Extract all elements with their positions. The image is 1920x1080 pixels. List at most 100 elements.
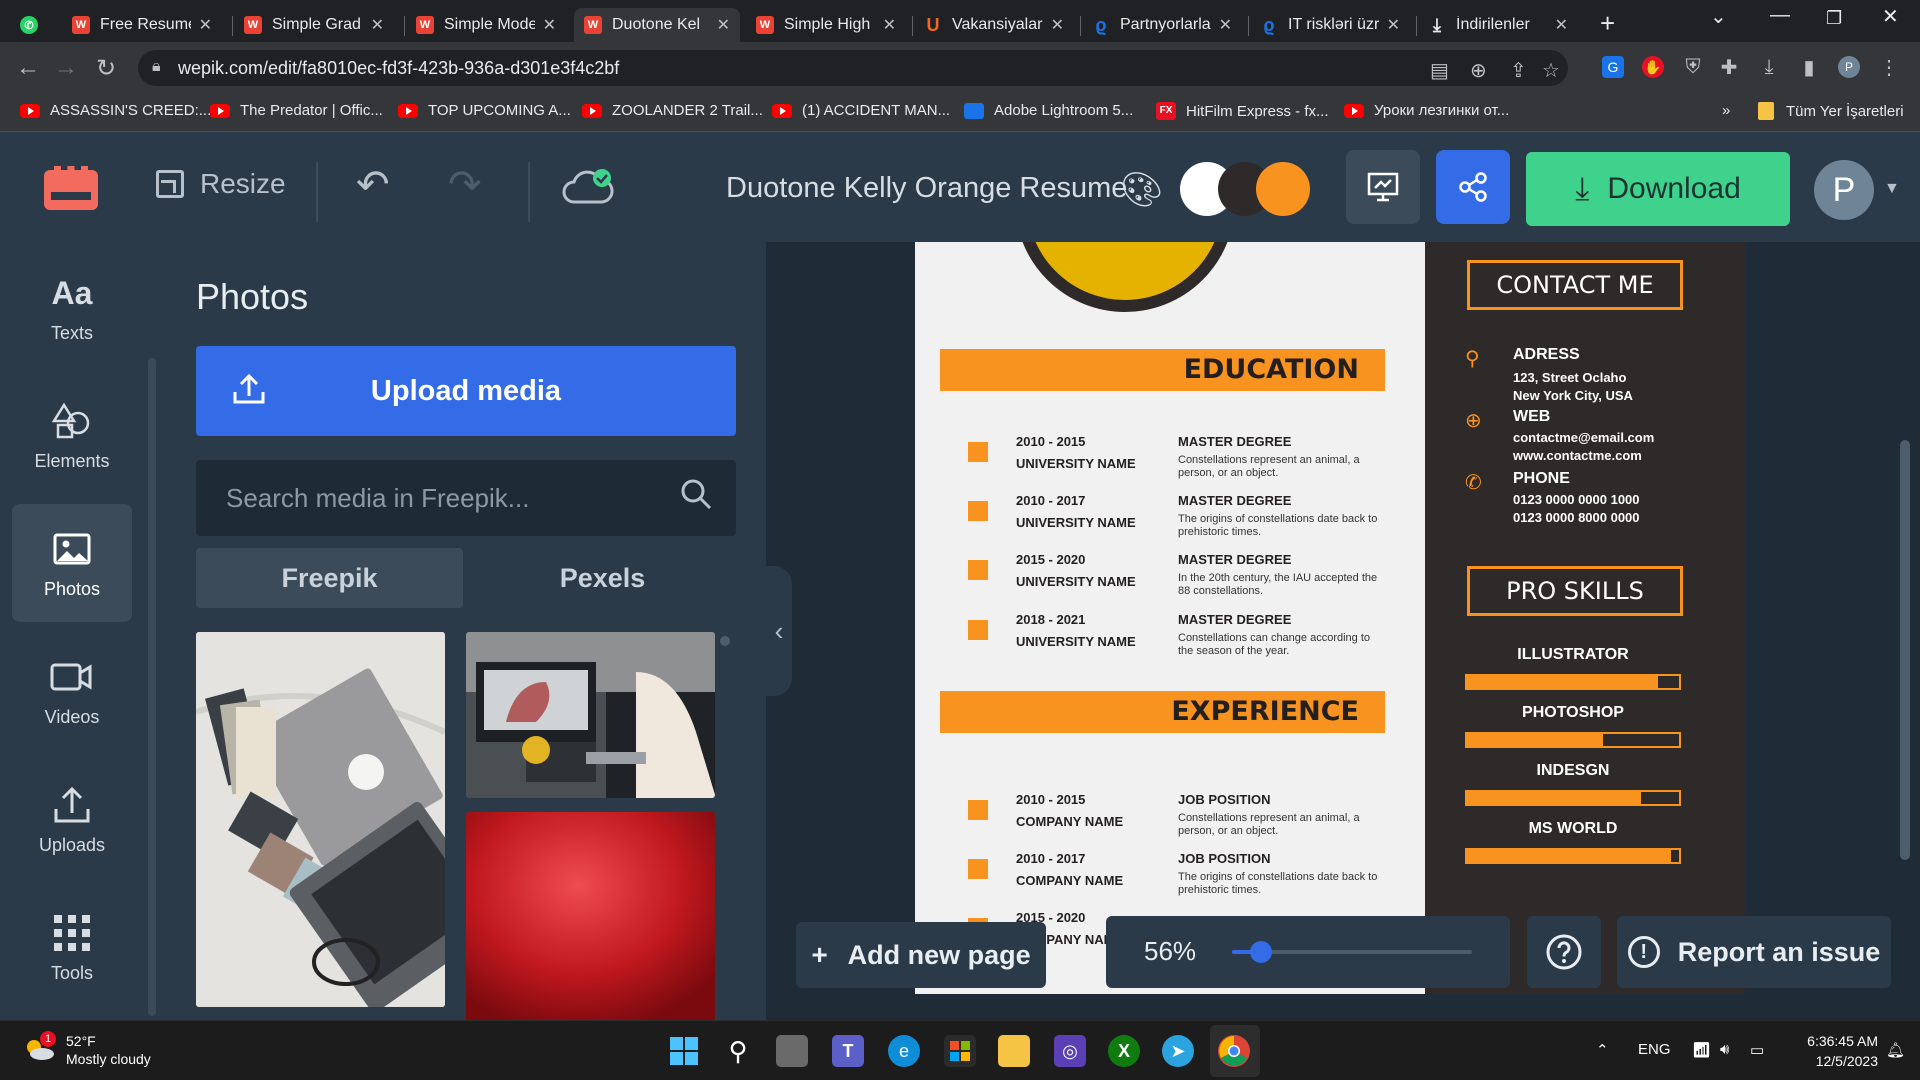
close-icon[interactable]: ✕ — [371, 15, 384, 35]
upload-media-button[interactable]: Upload media — [196, 346, 736, 436]
bookmark-item[interactable]: ASSASSIN'S CREED:... — [20, 102, 211, 119]
lock-icon[interactable]: 🔒︎ — [152, 58, 161, 76]
zoom-slider-handle[interactable] — [1249, 941, 1272, 963]
bookmark-item[interactable]: FX HitFilm Express - fx... — [1156, 102, 1329, 120]
restore-button[interactable]: ❐ — [1826, 8, 1842, 29]
report-issue-button[interactable]: ! Report an issue — [1617, 916, 1891, 988]
add-page-button[interactable]: + Add new page — [796, 922, 1046, 988]
wifi-icon[interactable]: 📶︎ — [1692, 1041, 1711, 1059]
share-button[interactable] — [1436, 150, 1510, 224]
bookmarks-overflow[interactable]: » — [1722, 102, 1730, 119]
contact-address[interactable]: ⚲ ADRESS 123, Street Oclaho New York Cit… — [1465, 346, 1725, 403]
education-entry[interactable]: 2018 - 2021 UNIVERSITY NAME MASTER DEGRE… — [940, 612, 1390, 672]
tab-freepik[interactable]: Freepik — [196, 548, 463, 608]
close-icon[interactable]: ✕ — [717, 15, 730, 35]
skills-heading[interactable]: PRO SKILLS — [1467, 566, 1683, 616]
collapse-panel-button[interactable]: ‹ — [766, 566, 792, 696]
contact-phone[interactable]: ✆ PHONE 0123 0000 0000 1000 0123 0000 80… — [1465, 470, 1725, 526]
chrome-icon[interactable] — [1218, 1035, 1250, 1067]
resize-button[interactable]: Resize — [156, 168, 286, 200]
tab-simple-high[interactable]: W Simple High ✕ — [746, 8, 906, 42]
language-indicator[interactable]: ENG — [1638, 1041, 1671, 1058]
contact-heading[interactable]: CONTACT ME — [1467, 260, 1683, 310]
tab-indirilenler[interactable]: ⤓ İndirilenler ✕ — [1418, 8, 1578, 42]
tab-partnyorlarla[interactable]: ϱ Partnyorlarla ✕ — [1082, 8, 1242, 42]
close-icon[interactable]: ✕ — [883, 15, 896, 35]
redo-icon[interactable]: ↷ — [448, 162, 482, 208]
photo-thumbnail[interactable] — [196, 632, 445, 1007]
close-icon[interactable]: ✕ — [1555, 15, 1568, 35]
education-entry[interactable]: 2010 - 2015 UNIVERSITY NAME MASTER DEGRE… — [940, 434, 1390, 494]
volume-icon[interactable]: 🔊︎ — [1720, 1041, 1729, 1058]
telegram-icon[interactable]: ➤ — [1162, 1035, 1194, 1067]
profile-photo[interactable] — [1015, 242, 1235, 312]
photo-thumbnail[interactable] — [466, 632, 715, 798]
rail-item-elements[interactable]: Elements — [12, 376, 132, 494]
search-icon[interactable]: ⚲ — [722, 1035, 754, 1067]
back-icon[interactable]: ← — [16, 54, 40, 82]
education-entry[interactable]: 2015 - 2020 UNIVERSITY NAME MASTER DEGRE… — [940, 552, 1390, 612]
notification-bell-icon[interactable]: 🔔︎ — [1886, 1041, 1905, 1059]
chevron-down-icon[interactable]: ▼ — [1884, 180, 1900, 198]
zoom-value[interactable]: 56% — [1144, 936, 1196, 967]
window-close-button[interactable]: ✕ — [1882, 4, 1899, 29]
help-button[interactable] — [1527, 916, 1601, 988]
rail-item-tools[interactable]: Tools — [12, 888, 132, 1006]
skill-item[interactable]: PHOTOSHOP — [1465, 704, 1681, 754]
color-swatch-orange[interactable] — [1256, 162, 1310, 216]
education-heading[interactable]: EDUCATION — [940, 349, 1385, 391]
photo-thumbnail[interactable] — [466, 812, 715, 1022]
education-entry[interactable]: 2010 - 2017 UNIVERSITY NAME MASTER DEGRE… — [940, 493, 1390, 553]
address-bar[interactable]: 🔒︎ wepik.com/edit/fa8010ec-fd3f-423b-936… — [138, 50, 1568, 86]
file-explorer-icon[interactable] — [998, 1035, 1030, 1067]
sidepanel-icon[interactable]: ▮ — [1798, 56, 1820, 79]
tab-search-icon[interactable]: ⌄ — [1710, 4, 1727, 29]
teams-icon[interactable]: T — [832, 1035, 864, 1067]
download-button[interactable]: ⤓ Download — [1526, 152, 1790, 226]
bookmark-item[interactable]: Adobe Lightroom 5... — [964, 102, 1133, 119]
close-icon[interactable]: ✕ — [543, 15, 556, 35]
close-icon[interactable]: ✕ — [1387, 15, 1400, 35]
present-button[interactable] — [1346, 150, 1420, 224]
skill-item[interactable]: MS WORLD — [1465, 820, 1681, 870]
xbox-icon[interactable]: X — [1108, 1035, 1140, 1067]
close-icon[interactable]: ✕ — [1051, 15, 1064, 35]
bookmark-item[interactable]: (1) ACCIDENT MAN... — [772, 102, 950, 119]
tab-it-riskleri[interactable]: ϱ IT riskləri üzr ✕ — [1250, 8, 1410, 42]
task-view-icon[interactable] — [776, 1035, 808, 1067]
tab-duotone-kelly[interactable]: W Duotone Kel ✕ — [574, 8, 740, 42]
experience-entry[interactable]: 2010 - 2015 COMPANY NAME JOB POSITION Co… — [940, 792, 1390, 852]
battery-icon[interactable]: ▭ — [1750, 1041, 1764, 1059]
canvas-scrollbar[interactable] — [1900, 440, 1910, 860]
search-input[interactable] — [226, 480, 666, 516]
minimize-button[interactable]: — — [1770, 4, 1790, 27]
whatsapp-tab[interactable]: ✆ — [14, 8, 54, 42]
rail-scrollbar[interactable] — [148, 358, 156, 1016]
undo-icon[interactable]: ↶ — [356, 162, 390, 208]
forward-icon[interactable]: → — [54, 54, 78, 82]
edge-icon[interactable]: e — [888, 1035, 920, 1067]
resume-right-column[interactable]: CONTACT ME ⚲ ADRESS 123, Street Oclaho N… — [1425, 242, 1745, 994]
zoom-icon[interactable]: ⊕ — [1470, 58, 1487, 83]
wepik-logo[interactable] — [44, 166, 98, 210]
bookmark-item[interactable]: Уроки лезгинки от... — [1344, 102, 1509, 119]
contact-web[interactable]: ⊕ WEB contactme@email.com www.contactme.… — [1465, 408, 1725, 464]
new-tab-button[interactable]: + — [1600, 8, 1615, 39]
start-icon[interactable] — [668, 1035, 700, 1067]
reload-icon[interactable]: ↻ — [96, 54, 116, 83]
all-bookmarks[interactable]: Tüm Yer İşaretleri — [1758, 102, 1904, 120]
user-avatar[interactable]: P — [1814, 160, 1874, 220]
tab-free-resume[interactable]: W Free Resume ✕ — [62, 8, 222, 42]
skill-item[interactable]: ILLUSTRATOR — [1465, 646, 1681, 696]
tab-vakansiyalar[interactable]: U Vakansiyalar ✕ — [914, 8, 1074, 42]
system-clock[interactable]: 6:36:45 AM 12/5/2023 — [1778, 1031, 1878, 1071]
panel-scroll-indicator[interactable] — [720, 636, 730, 646]
weather-widget[interactable]: 1 52°F Mostly cloudy — [22, 1031, 172, 1071]
translate-icon[interactable]: G — [1602, 56, 1624, 78]
bookmark-item[interactable]: ZOOLANDER 2 Trail... — [582, 102, 763, 119]
search-icon[interactable] — [680, 478, 712, 510]
bookmark-item[interactable]: The Predator | Offic... — [210, 102, 383, 119]
tab-pexels[interactable]: Pexels — [469, 548, 736, 608]
experience-heading[interactable]: EXPERIENCE — [940, 691, 1385, 733]
rail-item-uploads[interactable]: Uploads — [12, 760, 132, 878]
